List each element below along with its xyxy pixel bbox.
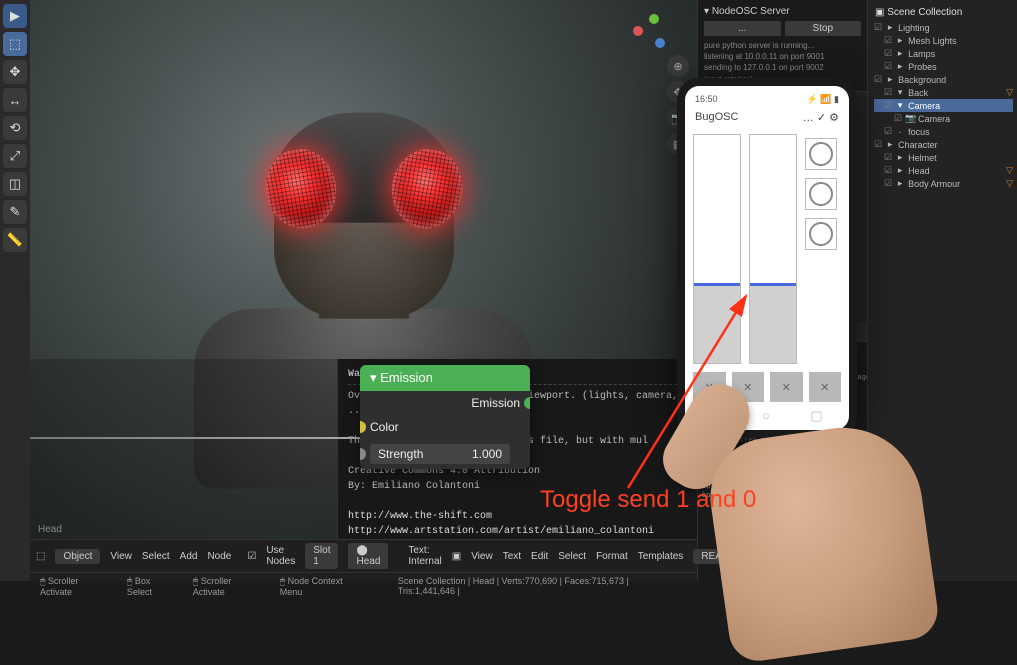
outliner-item[interactable]: ☑▾Back▽	[874, 86, 1013, 99]
phone-toggle-2[interactable]: ✕	[732, 372, 765, 402]
outliner-item[interactable]: ☑▾Camera	[874, 99, 1013, 112]
editor-menubar: ⬚ Object View Select Add Node ☑ Use Node…	[30, 540, 697, 573]
shader-node-editor[interactable]: Emission Emission Color Strength 1.000	[30, 359, 337, 539]
tool-move[interactable]: ↔	[3, 88, 27, 112]
scene-stats: Scene Collection | Head | Verts:770,690 …	[398, 576, 687, 597]
text-menu-view[interactable]: View	[471, 551, 493, 562]
tool-cursor[interactable]: ✥	[3, 60, 27, 84]
outliner-item[interactable]: ☑▸Lighting	[874, 21, 1013, 34]
node-editor-mode: Head	[38, 524, 62, 535]
text-internal-label: Text: Internal	[408, 545, 441, 567]
menu-view[interactable]: View	[110, 551, 132, 562]
text-menu-text[interactable]: Text	[503, 551, 521, 562]
node-wire	[30, 437, 360, 439]
outliner-item[interactable]: ☑▸Mesh Lights	[874, 34, 1013, 47]
strength-field[interactable]: Strength 1.000	[370, 444, 510, 464]
emission-output-label: Emission	[471, 396, 520, 410]
emission-node[interactable]: Emission Emission Color Strength 1.000	[360, 365, 530, 469]
tool-scale[interactable]: ⤢	[3, 144, 27, 168]
phone-knob-3[interactable]	[805, 218, 837, 250]
nav-gizmo[interactable]	[627, 10, 667, 50]
status-bar: 🖱 Scroller Activate 🖱 Box Select 🖱 Scrol…	[30, 573, 697, 600]
outliner-item[interactable]: ☑📷Camera	[874, 112, 1013, 125]
text-menu-edit[interactable]: Edit	[531, 551, 548, 562]
nodeosc-header[interactable]: NodeOSC Server	[704, 6, 861, 17]
outliner-header: Scene Collection	[872, 4, 1013, 21]
phone-status-bar: 16:50⚡ 📶 ▮	[691, 92, 843, 107]
osc-more-button[interactable]: ...	[704, 21, 781, 36]
text-menu-select[interactable]: Select	[558, 551, 586, 562]
phone-toggle-4[interactable]: ✕	[809, 372, 842, 402]
phone-slider-1[interactable]	[693, 134, 741, 364]
phone-app-title: BugOSC	[695, 111, 738, 124]
zoom-icon[interactable]: ⊕	[667, 55, 689, 77]
tool-rotate[interactable]: ⟲	[3, 116, 27, 140]
tool-measure[interactable]: 📏	[3, 228, 27, 252]
phone-knob-2[interactable]	[805, 178, 837, 210]
strength-input-socket[interactable]	[360, 448, 366, 460]
phone-nav-bar: ◁ ○ ▢	[691, 404, 843, 424]
osc-stop-button[interactable]: Stop	[785, 21, 862, 36]
text-menu-templates[interactable]: Templates	[638, 551, 684, 562]
outliner-item[interactable]: ☑▸Head▽	[874, 164, 1013, 177]
phone-app-menu[interactable]: … ✓ ⚙	[803, 111, 839, 124]
tool-select-box[interactable]: ⬚	[3, 32, 27, 56]
outliner-item[interactable]: ☑▸Character	[874, 138, 1013, 151]
phone-slider-2[interactable]	[749, 134, 797, 364]
use-nodes-checkbox[interactable]: Use Nodes	[266, 545, 295, 567]
slot-dropdown[interactable]: Slot 1	[305, 543, 338, 569]
tool-annotate[interactable]: ✎	[3, 200, 27, 224]
text-menu-format[interactable]: Format	[596, 551, 628, 562]
tool-play[interactable]: ▶	[3, 4, 27, 28]
tool-transform[interactable]: ◫	[3, 172, 27, 196]
outliner-item[interactable]: ☑▸Helmet	[874, 151, 1013, 164]
outliner-item[interactable]: ☑·focus	[874, 125, 1013, 138]
phone-toggle-3[interactable]: ✕	[770, 372, 803, 402]
outliner-item[interactable]: ☑▸Lamps	[874, 47, 1013, 60]
outliner-item[interactable]: ☑▸Probes	[874, 60, 1013, 73]
color-input-label: Color	[370, 420, 399, 434]
phone-device: 16:50⚡ 📶 ▮ BugOSC … ✓ ⚙ ✕ ✕ ✕ ✕	[677, 78, 857, 438]
outliner[interactable]: Scene Collection ☑▸Lighting☑▸Mesh Lights…	[867, 0, 1017, 581]
outliner-item[interactable]: ☑▸Background	[874, 73, 1013, 86]
menu-select[interactable]: Select	[142, 551, 170, 562]
phone-toggle-1[interactable]: ✕	[693, 372, 726, 402]
output-socket[interactable]	[524, 397, 530, 409]
color-input-socket[interactable]	[360, 421, 366, 433]
node-title[interactable]: Emission	[360, 365, 530, 391]
phone-knob-1[interactable]	[805, 138, 837, 170]
mode-dropdown[interactable]: Object	[55, 549, 100, 564]
outliner-item[interactable]: ☑▸Body Armour▽	[874, 177, 1013, 190]
menu-node[interactable]: Node	[207, 551, 231, 562]
open-file-dropdown[interactable]: README.txt	[693, 549, 765, 564]
tool-shelf: ▶ ⬚ ✥ ↔ ⟲ ⤢ ◫ ✎ 📏	[0, 0, 30, 581]
menu-add[interactable]: Add	[180, 551, 198, 562]
material-dropdown[interactable]: ⬤ Head	[348, 543, 388, 569]
